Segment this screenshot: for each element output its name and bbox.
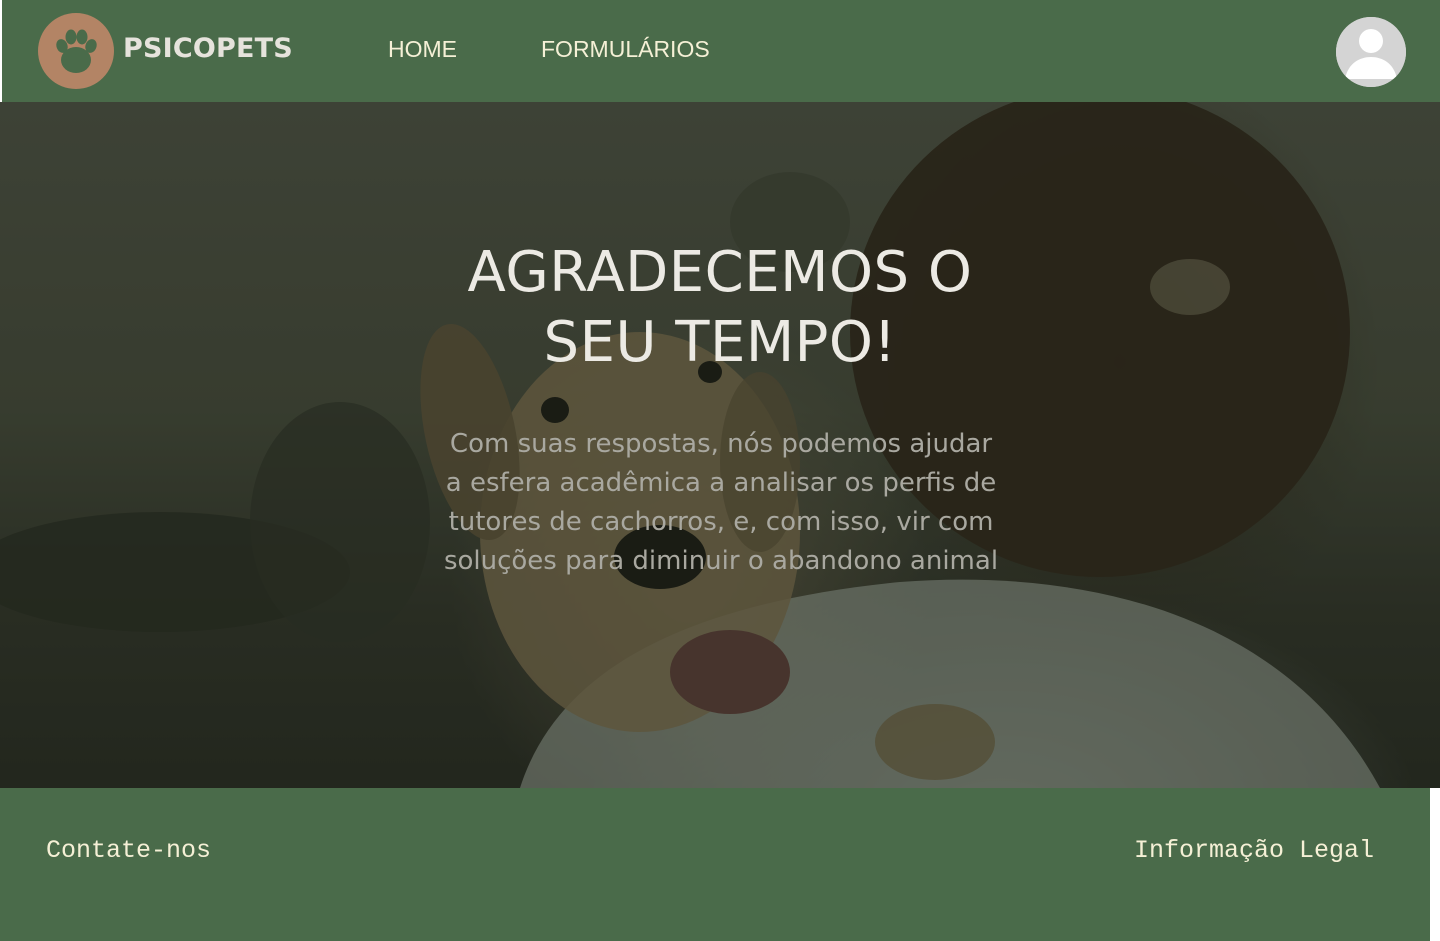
nav-forms-link[interactable]: FORMULÁRIOS	[541, 33, 710, 65]
navbar: PSICOPETS HOME FORMULÁRIOS	[2, 0, 1440, 102]
page-edge	[1430, 788, 1440, 941]
user-avatar-icon	[1336, 17, 1406, 87]
hero-section: AGRADECEMOS O SEU TEMPO! Com suas respos…	[0, 102, 1440, 788]
hero-title: AGRADECEMOS O SEU TEMPO!	[467, 240, 973, 375]
paw-icon	[56, 29, 97, 73]
logo[interactable]	[38, 13, 114, 89]
legal-info-link[interactable]: Informação Legal	[1134, 836, 1374, 866]
hero-message: Com suas respostas, nós podemos ajudar a…	[443, 429, 999, 576]
contact-link[interactable]: Contate-nos	[46, 836, 211, 866]
user-avatar-button[interactable]	[1336, 17, 1406, 87]
brand-name[interactable]: PSICOPETS	[123, 30, 293, 68]
nav-home-link[interactable]: HOME	[388, 33, 457, 65]
footer: Contate-nos Informação Legal	[0, 788, 1430, 941]
